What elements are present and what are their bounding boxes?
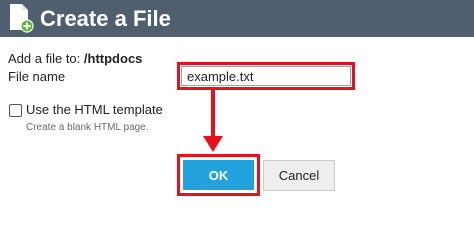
new-file-icon <box>10 4 34 33</box>
html-template-hint: Create a blank HTML page. <box>26 122 149 133</box>
html-template-checkbox[interactable] <box>9 104 22 117</box>
cancel-button[interactable]: Cancel <box>263 160 335 191</box>
target-path: /httpdocs <box>83 51 143 66</box>
red-arrow-icon <box>203 88 223 152</box>
target-prefix: Add a file to: <box>8 51 81 66</box>
html-template-label[interactable]: Use the HTML template <box>26 102 163 118</box>
ok-button[interactable]: OK <box>183 160 254 190</box>
filename-label: File name <box>8 69 66 84</box>
target-location: Add a file to: /httpdocs <box>8 51 142 67</box>
dialog-title: Create a File <box>40 6 171 31</box>
dialog-header: Create a File <box>0 0 474 37</box>
filename-input[interactable] <box>181 66 351 86</box>
